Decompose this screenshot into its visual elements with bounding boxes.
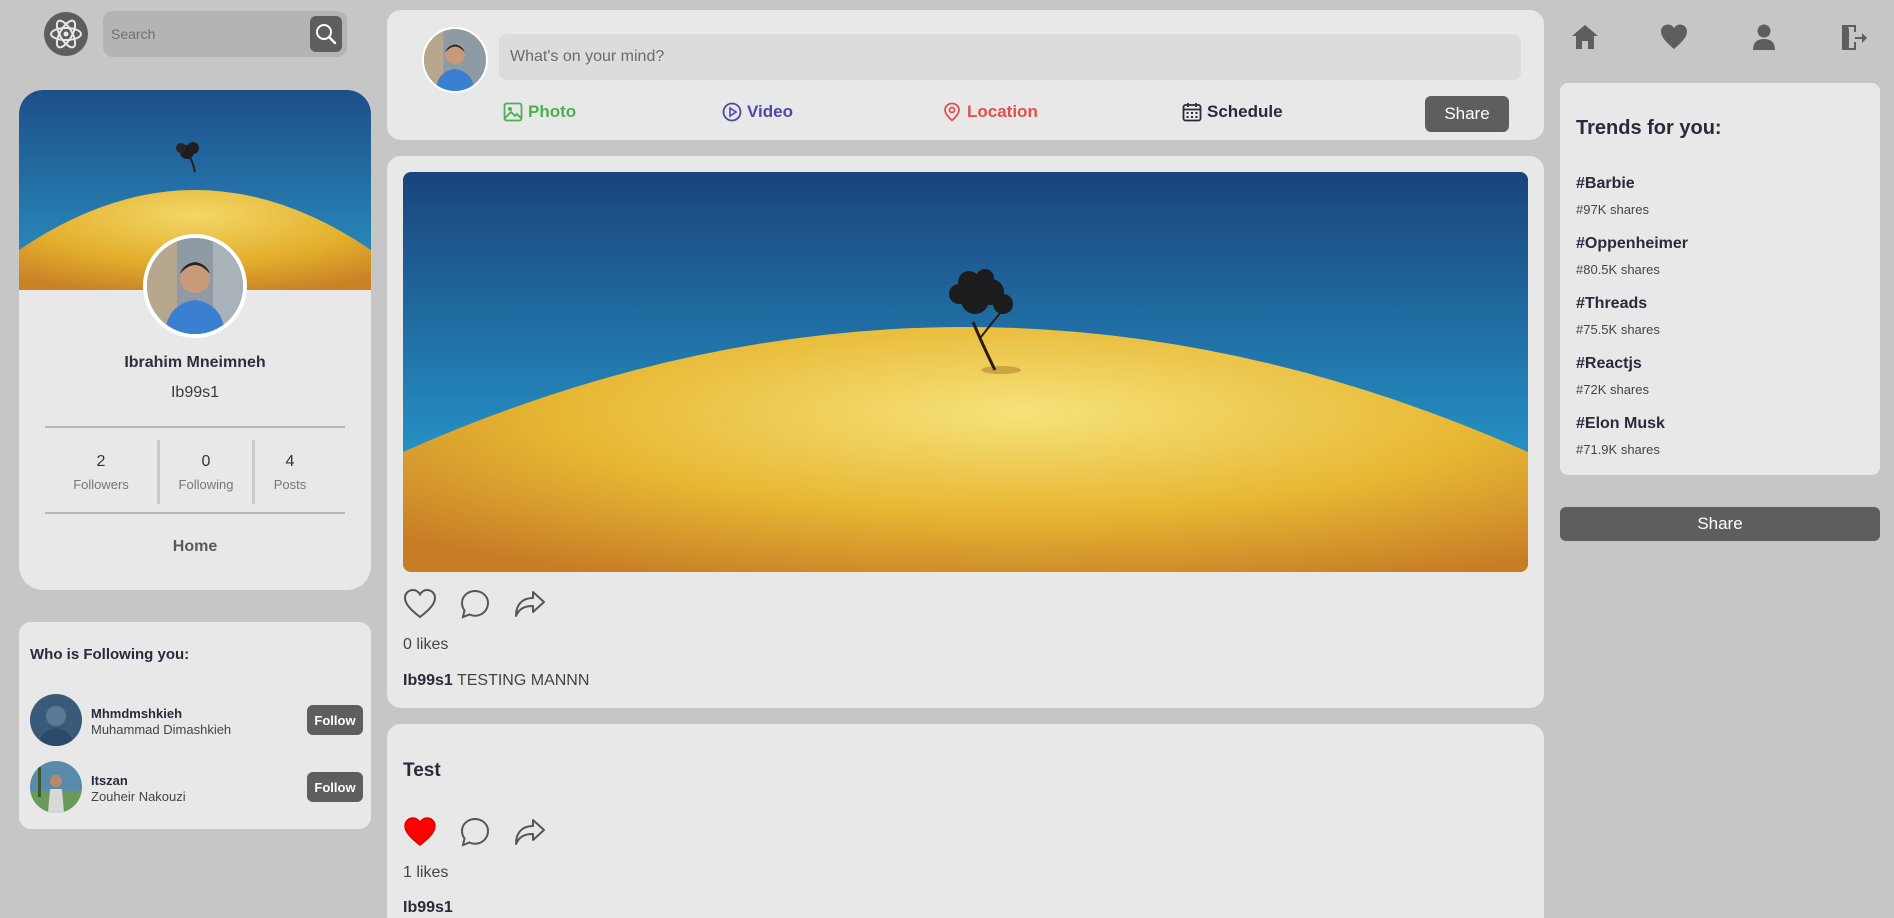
follower-avatar[interactable] [30,761,82,813]
follower-fullname: Muhammad Dimashkieh [91,722,232,737]
stat-label: Following [178,476,234,492]
follower-row: Itszan Zouheir Nakouzi Follow [30,761,363,813]
followers-title: Who is Following you: [30,646,190,663]
trend-tag: #Barbie [1576,175,1635,192]
trend-tag: #Reactjs [1576,355,1642,372]
trend-shares: #72K shares [1576,382,1649,397]
comment-icon[interactable] [459,588,491,620]
heart-icon[interactable] [403,588,437,620]
follower-username: Itszan [91,773,128,788]
stat-value: 4 [285,452,295,470]
likes-count: 0 likes [403,636,449,653]
followers-card: Who is Following you: Mhmdmshkieh Muhamm… [19,622,371,829]
follower-username: Mhmdmshkieh [91,706,183,721]
location-label: Location [967,102,1038,121]
trend-shares: #80.5K shares [1576,262,1660,277]
post-card: Test 1 likes Ib99s1 [387,724,1544,918]
composer-avatar[interactable] [422,27,488,93]
image-icon [503,102,523,122]
post-input[interactable] [499,34,1521,80]
post-card: 0 likes Ib99s1 TESTING MANNN [387,156,1544,708]
post-text: TESTING MANNN [456,672,590,689]
location-option[interactable]: Location [942,102,1038,122]
post-image[interactable] [403,172,1528,572]
schedule-label: Schedule [1207,102,1283,121]
profile-name: Ibrahim Mneimneh [124,354,266,371]
stat-followers[interactable]: 2 Followers [45,440,157,504]
trend-tag: #Oppenheimer [1576,235,1689,252]
trend-shares: #71.9K shares [1576,442,1660,457]
home-icon[interactable] [1570,22,1600,52]
stat-posts[interactable]: 4 Posts [255,440,325,504]
avatar-photo [424,29,486,91]
trend-item[interactable]: #Oppenheimer #80.5K shares [1576,235,1688,277]
avatar-photo [30,761,82,813]
divider [45,426,345,428]
post-actions [403,588,547,620]
stat-value: 2 [96,452,106,470]
calendar-icon [1182,103,1202,122]
logout-icon[interactable] [1838,22,1868,52]
stat-following[interactable]: 0 Following [160,440,252,504]
photo-label: Photo [528,102,577,121]
share-button[interactable]: Share [1560,507,1880,541]
post-caption: Ib99s1 [403,899,453,917]
trend-item[interactable]: #Barbie #97K shares [1576,175,1649,217]
search-icon [316,24,337,45]
profile-handle: Ib99s1 [170,384,220,401]
follower-row: Mhmdmshkieh Muhammad Dimashkieh Follow [30,694,363,746]
post-author[interactable]: Ib99s1 [403,899,453,916]
play-circle-icon [722,102,742,122]
stat-label: Posts [273,476,307,492]
user-icon[interactable] [1749,22,1779,52]
trend-item[interactable]: #Elon Musk #71.9K shares [1576,415,1665,457]
home-link[interactable]: Home [19,538,371,556]
trend-tag: #Elon Musk [1576,415,1665,432]
stat-label: Followers [73,476,129,492]
post-caption: Ib99s1 TESTING MANNN [403,672,589,690]
avatar-photo [147,238,243,334]
heart-nav-icon[interactable] [1659,22,1689,52]
heart-filled-icon[interactable] [403,816,437,848]
photo-option[interactable]: Photo [503,102,576,122]
profile-stats: 2 Followers 0 Following 4 Posts [45,440,345,504]
profile-avatar[interactable] [143,234,247,338]
share-icon[interactable] [513,816,547,848]
video-label: Video [747,102,793,121]
trend-shares: #97K shares [1576,202,1649,217]
comment-icon[interactable] [459,816,491,848]
post-composer: Photo Video Location Schedule Share [387,10,1544,140]
search-bar [103,11,347,57]
post-actions [403,816,547,848]
avatar-photo [30,694,82,746]
share-post-button[interactable]: Share [1425,96,1509,132]
divider [45,512,345,514]
trend-item[interactable]: #Reactjs #72K shares [1576,355,1649,397]
search-input[interactable] [103,26,310,42]
schedule-option[interactable]: Schedule [1182,102,1283,122]
trend-shares: #75.5K shares [1576,322,1660,337]
likes-count: 1 likes [403,864,449,881]
share-icon[interactable] [513,588,547,620]
location-pin-icon [944,102,960,122]
atom-icon [50,19,82,49]
follow-button[interactable]: Follow [307,772,363,802]
top-nav [1570,22,1880,54]
trends-title: Trends for you: [1576,117,1722,139]
trends-card: Trends for you: #Barbie #97K shares #Opp… [1560,83,1880,475]
follower-avatar[interactable] [30,694,82,746]
video-option[interactable]: Video [722,102,793,122]
landscape-photo [403,172,1528,572]
post-author[interactable]: Ib99s1 [403,672,453,689]
stat-value: 0 [201,452,211,470]
follow-button[interactable]: Follow [307,705,363,735]
trend-item[interactable]: #Threads #75.5K shares [1576,295,1660,337]
search-button[interactable] [310,16,342,52]
post-title: Test [403,760,441,781]
trend-tag: #Threads [1576,295,1648,312]
follower-fullname: Zouheir Nakouzi [91,789,186,804]
profile-card: Ibrahim Mneimneh Ib99s1 2 Followers 0 Fo… [19,90,371,590]
app-logo[interactable] [44,12,88,56]
